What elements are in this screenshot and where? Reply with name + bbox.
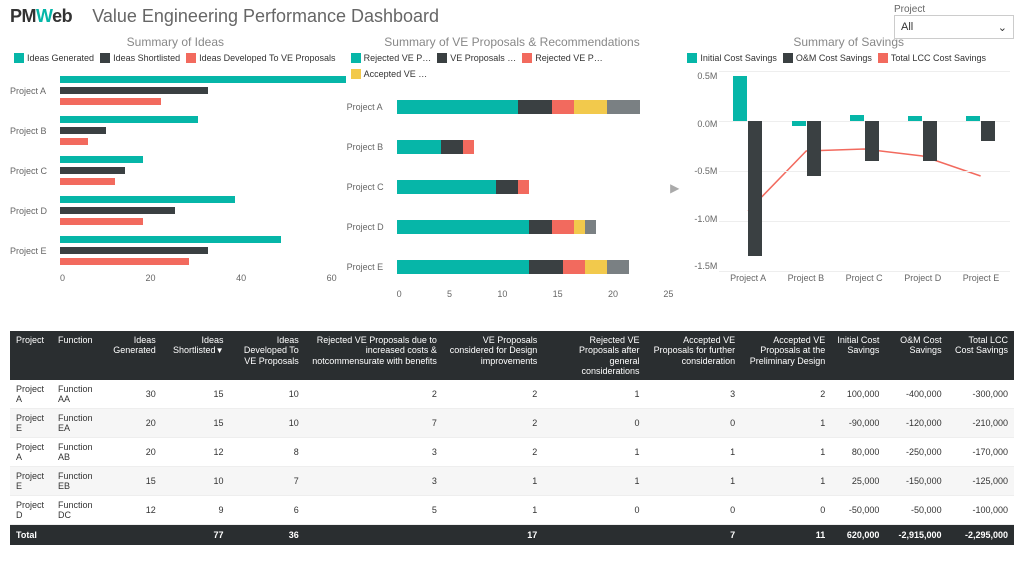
legend-savings: Initial Cost Savings O&M Cost Savings To… (683, 51, 1014, 65)
bar[interactable] (60, 196, 235, 203)
column[interactable] (923, 121, 937, 161)
column-header[interactable]: VE Proposals considered for Design impro… (443, 331, 543, 380)
brand-logo: PMWeb (10, 6, 72, 27)
table-row[interactable]: Project EFunction EB151073111125,000-150… (10, 467, 1014, 496)
page-title: Value Engineering Performance Dashboard (92, 6, 439, 27)
data-table[interactable]: ProjectFunctionIdeas GeneratedIdeas Shor… (10, 331, 1014, 545)
chart-summary-proposals[interactable]: Summary of VE Proposals & Recommendation… (347, 31, 678, 331)
column-header[interactable]: Rejected VE Proposals after general cons… (543, 331, 645, 380)
bar-segment[interactable] (397, 260, 530, 274)
chart-summary-ideas[interactable]: Summary of Ideas Ideas Generated Ideas S… (10, 31, 341, 331)
bar-segment[interactable] (463, 140, 474, 154)
column[interactable] (792, 121, 806, 126)
bar-segment[interactable] (607, 100, 640, 114)
column[interactable] (966, 116, 980, 121)
bar-segment[interactable] (529, 260, 562, 274)
bar-segment[interactable] (552, 100, 574, 114)
table-row[interactable]: Project AFunction AB201283211180,000-250… (10, 438, 1014, 467)
column-header[interactable]: Rejected VE Proposals due to increased c… (305, 331, 443, 380)
column-header[interactable]: Project (10, 331, 52, 380)
column-header[interactable]: Ideas Shortlisted▼ (162, 331, 230, 380)
bar-segment[interactable] (518, 100, 551, 114)
column-header[interactable]: Accepted VE Proposals at the Preliminary… (741, 331, 831, 380)
bar[interactable] (60, 167, 125, 174)
filter-label: Project (894, 4, 1014, 15)
logo-w: W (36, 6, 52, 26)
bar[interactable] (60, 236, 281, 243)
column-header[interactable]: Function (52, 331, 102, 380)
bar-segment[interactable] (397, 180, 497, 194)
bar-segment[interactable] (607, 260, 629, 274)
chart-title: Summary of VE Proposals & Recommendation… (347, 31, 678, 51)
bar[interactable] (60, 87, 208, 94)
bar-segment[interactable] (585, 220, 596, 234)
bar[interactable] (60, 218, 143, 225)
column-header[interactable]: O&M Cost Savings (885, 331, 947, 380)
bar-segment[interactable] (397, 140, 441, 154)
scroll-right-icon[interactable]: ▶ (670, 181, 679, 195)
legend-ideas: Ideas Generated Ideas Shortlisted Ideas … (10, 51, 341, 65)
sort-desc-icon: ▼ (216, 346, 224, 355)
bar-segment[interactable] (574, 100, 607, 114)
bar-segment[interactable] (563, 260, 585, 274)
column[interactable] (908, 116, 922, 121)
column[interactable] (748, 121, 762, 256)
bar-segment[interactable] (397, 100, 519, 114)
bar-segment[interactable] (574, 220, 585, 234)
bar[interactable] (60, 258, 189, 265)
column-header[interactable]: Ideas Generated (102, 331, 162, 380)
bar-segment[interactable] (552, 220, 574, 234)
table-row[interactable]: Project AFunction AA30151022132100,000-4… (10, 380, 1014, 409)
bar[interactable] (60, 98, 161, 105)
bar[interactable] (60, 116, 198, 123)
table-row[interactable]: Project EFunction EA20151072001-90,000-1… (10, 409, 1014, 438)
legend-proposals: Rejected VE P… VE Proposals … Rejected V… (347, 51, 678, 81)
column-header[interactable]: Ideas Developed To VE Proposals (229, 331, 304, 380)
column[interactable] (981, 121, 995, 141)
bar-segment[interactable] (585, 260, 607, 274)
bar[interactable] (60, 138, 88, 145)
chart-title: Summary of Ideas (10, 31, 341, 51)
bar[interactable] (60, 207, 175, 214)
bar[interactable] (60, 156, 143, 163)
column[interactable] (850, 115, 864, 121)
bar[interactable] (60, 247, 208, 254)
bar[interactable] (60, 127, 106, 134)
bar-segment[interactable] (441, 140, 463, 154)
logo-pm: PM (10, 6, 36, 26)
bar-segment[interactable] (496, 180, 518, 194)
chart-summary-savings[interactable]: Summary of Savings Initial Cost Savings … (683, 31, 1014, 331)
column[interactable] (865, 121, 879, 161)
column-header[interactable]: Initial Cost Savings (831, 331, 885, 380)
bar-segment[interactable] (529, 220, 551, 234)
bar-segment[interactable] (518, 180, 529, 194)
column-header[interactable]: Total LCC Cost Savings (948, 331, 1014, 380)
bar-segment[interactable] (397, 220, 530, 234)
logo-eb: eb (52, 6, 72, 26)
chart-title: Summary of Savings (683, 31, 1014, 51)
bar[interactable] (60, 76, 346, 83)
column[interactable] (807, 121, 821, 176)
bar[interactable] (60, 178, 115, 185)
table-row[interactable]: Project DFunction DC129651000-50,000-50,… (10, 496, 1014, 525)
column[interactable] (733, 76, 747, 121)
column-header[interactable]: Accepted VE Proposals for further consid… (646, 331, 742, 380)
